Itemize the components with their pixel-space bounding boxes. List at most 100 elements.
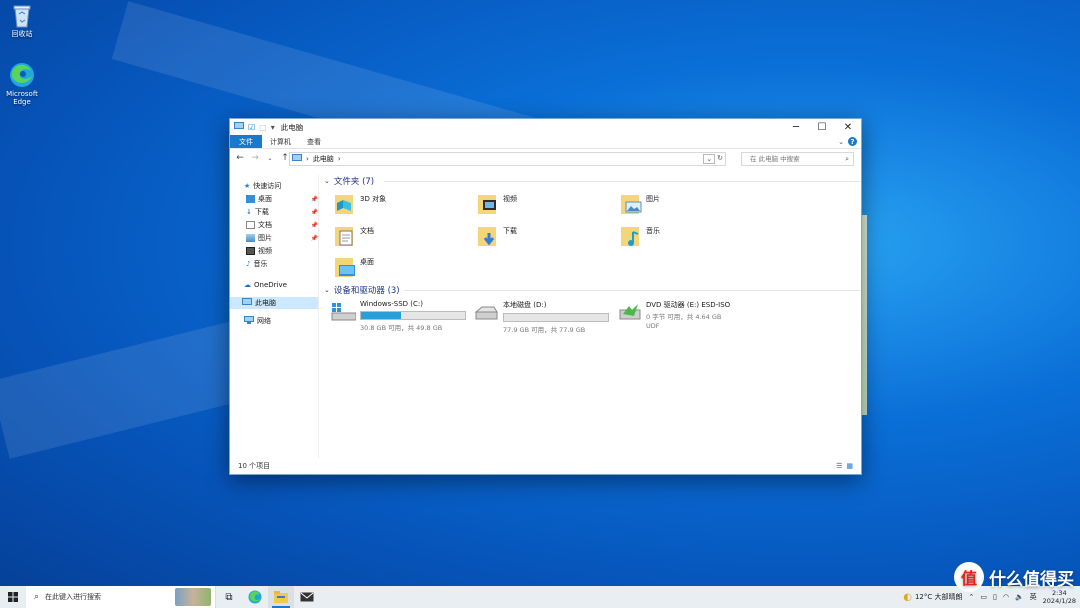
recent-locations-icon[interactable]: ⌄ — [264, 155, 276, 162]
pin-icon[interactable]: 📌 — [311, 235, 318, 242]
title-bar[interactable]: ☑ ▢ ▾ 此电脑 ─ ☐ ✕ — [230, 119, 861, 135]
breadcrumb-this-pc[interactable]: 此电脑 — [313, 154, 334, 164]
close-button[interactable]: ✕ — [835, 119, 861, 135]
pin-icon[interactable]: 📌 — [311, 222, 318, 229]
folder-label: 文档 — [360, 227, 374, 235]
properties-checkbox-icon[interactable]: ☑ — [248, 123, 255, 132]
sidebar-item-downloads[interactable]: ↓ 下载 📌 — [246, 206, 318, 218]
wifi-icon[interactable]: ◠ — [1003, 593, 1009, 601]
drives-group-header[interactable]: ⌄ 设备和驱动器 (3) — [324, 284, 400, 296]
desktop-icon-edge[interactable]: Microsoft Edge — [0, 62, 44, 106]
group-divider — [384, 181, 860, 182]
sidebar-item-label: 网络 — [257, 317, 271, 325]
sidebar-item-videos[interactable]: 视频 — [246, 245, 318, 257]
tab-file[interactable]: 文件 — [230, 135, 262, 148]
volume-icon[interactable]: 🔈 — [1015, 593, 1024, 601]
taskbar-search-box[interactable]: ⌕ 在此键入进行搜索 — [26, 586, 216, 608]
sidebar-item-music[interactable]: ♪ 音乐 — [246, 258, 318, 270]
pin-icon[interactable]: 📌 — [311, 196, 318, 203]
tab-view[interactable]: 查看 — [299, 135, 329, 148]
pin-icon[interactable]: 📌 — [311, 209, 318, 216]
start-button[interactable] — [0, 586, 26, 608]
search-input[interactable] — [750, 155, 840, 163]
folder-label: 下载 — [503, 227, 517, 235]
downloads-folder-icon — [477, 224, 499, 248]
task-view-icon: ⧉ — [225, 591, 233, 603]
sidebar-item-desktop[interactable]: 桌面 📌 — [246, 193, 318, 205]
folder-tile-videos[interactable]: 视频 — [477, 192, 517, 216]
hard-drive-icon — [473, 300, 499, 334]
folder-tile-documents[interactable]: 文档 — [334, 224, 374, 248]
sidebar-item-network[interactable]: 网络 — [244, 315, 318, 327]
documents-folder-icon — [334, 224, 356, 248]
details-view-icon[interactable]: ☰ — [836, 462, 842, 470]
sidebar-item-this-pc[interactable]: 此电脑 — [230, 297, 318, 309]
drive-space-text: 77.9 GB 可用，共 77.9 GB — [503, 326, 586, 334]
status-bar: 10 个项目 ☰ ▦ — [230, 457, 861, 474]
desktop-folder-icon — [246, 195, 255, 203]
sidebar-item-label: 桌面 — [258, 195, 272, 203]
sidebar-item-pictures[interactable]: 图片 📌 — [246, 232, 318, 244]
search-icon: ⌕ — [845, 154, 849, 163]
sidebar-item-quick-access[interactable]: ★ 快速访问 — [244, 180, 318, 192]
video-icon — [246, 247, 255, 255]
sidebar-item-documents[interactable]: 文档 📌 — [246, 219, 318, 231]
search-highlight-icon[interactable] — [175, 588, 211, 606]
maximize-button[interactable]: ☐ — [809, 119, 835, 135]
mail-icon — [300, 592, 314, 602]
folder-tile-desktop[interactable]: 桌面 — [334, 255, 374, 279]
folder-tile-downloads[interactable]: 下载 — [477, 224, 517, 248]
videos-folder-icon — [477, 192, 499, 216]
group-header-label: 设备和驱动器 (3) — [333, 286, 400, 296]
dvd-drive-icon — [618, 300, 642, 330]
breadcrumb-separator[interactable]: › — [306, 155, 309, 163]
taskbar-edge[interactable] — [242, 586, 268, 608]
folder-tile-music[interactable]: 音乐 — [620, 224, 660, 248]
network-icon — [244, 316, 254, 326]
edge-icon — [248, 590, 262, 604]
show-hidden-icons-icon[interactable]: ⌃ — [968, 593, 974, 601]
folder-tile-pictures[interactable]: 图片 — [620, 192, 660, 216]
drive-tile-d[interactable]: 本地磁盘 (D:) 77.9 GB 可用，共 77.9 GB — [473, 300, 609, 334]
drive-tile-e[interactable]: DVD 驱动器 (E:) ESD-ISO 0 字节 可用，共 4.64 GB U… — [618, 300, 730, 330]
pictures-icon — [246, 234, 255, 242]
forward-button[interactable]: → — [249, 153, 261, 163]
folder-tile-3d-objects[interactable]: 3D 对象 — [334, 192, 386, 216]
network-icon[interactable]: ▭ — [980, 593, 987, 601]
taskbar-mail[interactable] — [294, 586, 320, 608]
help-icon[interactable]: ? — [848, 137, 857, 146]
battery-icon[interactable]: ▯ — [993, 593, 997, 601]
folder-label: 桌面 — [360, 258, 374, 266]
drive-tile-c[interactable]: Windows-SSD (C:) 30.8 GB 可用，共 49.8 GB — [330, 300, 466, 332]
desktop-folder-icon — [334, 255, 356, 279]
large-icons-view-icon[interactable]: ▦ — [846, 462, 853, 470]
address-dropdown-icon[interactable]: ⌄ — [703, 154, 716, 164]
refresh-icon[interactable]: ↻ — [717, 154, 723, 164]
weather-widget[interactable]: ◐ 12°C 大部晴朗 — [903, 592, 962, 603]
drive-filesystem-text: UDF — [646, 322, 660, 330]
sidebar-item-onedrive[interactable]: ☁ OneDrive — [244, 279, 318, 291]
minimize-button[interactable]: ─ — [783, 119, 809, 135]
sidebar-item-label: 此电脑 — [255, 299, 276, 307]
sidebar-item-label: 快速访问 — [253, 182, 282, 190]
search-box[interactable]: ⌕ — [741, 152, 854, 166]
recycle-bin-icon — [11, 4, 33, 28]
tab-computer[interactable]: 计算机 — [262, 135, 299, 148]
folder-icon — [274, 591, 288, 603]
address-bar[interactable]: › 此电脑 › ⌄ ↻ — [289, 152, 726, 166]
desktop-icon-recycle-bin[interactable]: 回收站 — [0, 4, 44, 38]
folder-label: 图片 — [646, 195, 660, 203]
taskbar-file-explorer[interactable] — [268, 586, 294, 608]
folders-group-header[interactable]: ⌄ 文件夹 (7) — [324, 175, 374, 187]
breadcrumb-separator[interactable]: › — [338, 155, 341, 163]
clock-date: 2024/1/28 — [1042, 597, 1076, 605]
music-folder-icon — [620, 224, 642, 248]
back-button[interactable]: ← — [234, 153, 246, 163]
expand-ribbon-icon[interactable]: ⌄ — [838, 138, 844, 146]
new-folder-icon[interactable]: ▢ — [259, 123, 267, 132]
qat-dropdown-icon[interactable]: ▾ — [271, 123, 275, 132]
input-method-indicator[interactable]: 英 — [1030, 592, 1037, 602]
watermark-text: 什么值得买 — [989, 569, 1074, 590]
file-explorer-window[interactable]: ☑ ▢ ▾ 此电脑 ─ ☐ ✕ 文件 计算机 查看 ⌄ ? ← → ⌄ ↑ › … — [229, 118, 862, 475]
task-view-button[interactable]: ⧉ — [216, 586, 242, 608]
